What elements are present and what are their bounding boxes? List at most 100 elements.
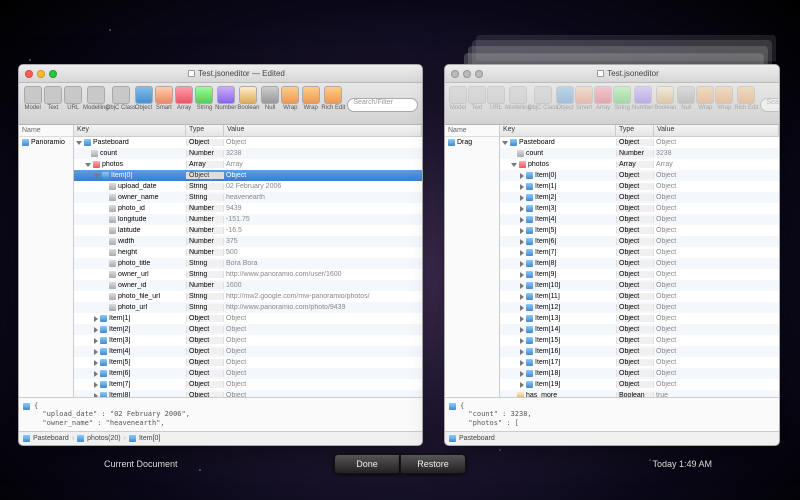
disclosure-triangle-icon[interactable]: [94, 382, 98, 388]
done-button[interactable]: Done: [334, 454, 400, 474]
type-cell[interactable]: Object: [616, 183, 654, 190]
disclosure-triangle-icon[interactable]: [520, 349, 524, 355]
type-cell[interactable]: Number: [186, 238, 224, 245]
value-cell[interactable]: -151.75: [224, 216, 422, 223]
value-cell[interactable]: Object: [224, 326, 422, 333]
disclosure-triangle-icon[interactable]: [520, 327, 524, 333]
value-cell[interactable]: Object: [224, 172, 422, 179]
col-key[interactable]: Key: [74, 125, 186, 136]
type-cell[interactable]: Object: [616, 337, 654, 344]
tree-row[interactable]: heightNumber500: [74, 247, 422, 258]
value-cell[interactable]: Object: [654, 315, 779, 322]
tree-row[interactable]: upload_dateString02 February 2006: [74, 181, 422, 192]
type-cell[interactable]: Object: [616, 381, 654, 388]
disclosure-triangle-icon[interactable]: [94, 338, 98, 344]
disclosure-triangle-icon[interactable]: [520, 206, 524, 212]
value-cell[interactable]: Object: [654, 348, 779, 355]
toolbar-smart-button[interactable]: Smart: [575, 86, 593, 111]
restore-button[interactable]: Restore: [400, 454, 466, 474]
value-cell[interactable]: Object: [654, 139, 779, 146]
toolbar-url-button[interactable]: URL: [64, 86, 83, 111]
search-input[interactable]: Search/Filter: [760, 98, 780, 112]
value-cell[interactable]: Object: [654, 260, 779, 267]
value-cell[interactable]: Object: [654, 227, 779, 234]
type-cell[interactable]: Object: [186, 326, 224, 333]
type-cell[interactable]: Array: [186, 161, 224, 168]
breadcrumb-item[interactable]: Pasteboard: [33, 435, 69, 442]
type-cell[interactable]: String: [186, 194, 224, 201]
disclosure-triangle-icon[interactable]: [520, 217, 524, 223]
tree-row[interactable]: Item[11]ObjectObject: [500, 291, 779, 302]
type-cell[interactable]: String: [186, 304, 224, 311]
type-cell[interactable]: Object: [186, 348, 224, 355]
type-cell[interactable]: Number: [186, 282, 224, 289]
toolbar-wrap-button[interactable]: Wrap: [281, 86, 300, 111]
disclosure-triangle-icon[interactable]: [520, 261, 524, 267]
toolbar-objc-class-button[interactable]: ObjC Class: [531, 86, 555, 111]
tree-row[interactable]: Item[0]ObjectObject: [500, 170, 779, 181]
type-cell[interactable]: Number: [186, 150, 224, 157]
col-type[interactable]: Type: [616, 125, 654, 136]
titlebar[interactable]: Test.jsoneditor: [445, 65, 779, 83]
toolbar-modelling-button[interactable]: Modelling: [506, 86, 530, 111]
toolbar-number-button[interactable]: Number: [215, 86, 236, 111]
type-cell[interactable]: Number: [186, 227, 224, 234]
tree-row[interactable]: Item[7]ObjectObject: [500, 247, 779, 258]
value-cell[interactable]: 3238: [224, 150, 422, 157]
toolbar-wrap-button[interactable]: Wrap: [301, 86, 320, 111]
toolbar-objc-class-button[interactable]: ObjC Class: [109, 86, 133, 111]
tree-row[interactable]: photosArrayArray: [500, 159, 779, 170]
type-cell[interactable]: Object: [616, 227, 654, 234]
toolbar-modelling-button[interactable]: Modelling: [84, 86, 108, 111]
type-cell[interactable]: Object: [616, 271, 654, 278]
tree-row[interactable]: Item[8]ObjectObject: [500, 258, 779, 269]
value-cell[interactable]: Object: [224, 370, 422, 377]
toolbar-rich-edit-button[interactable]: Rich Edit: [734, 86, 758, 111]
value-cell[interactable]: Object: [654, 370, 779, 377]
tree-row[interactable]: Item[0]ObjectObject: [74, 170, 422, 181]
type-cell[interactable]: Number: [186, 216, 224, 223]
value-cell[interactable]: 3238: [654, 150, 779, 157]
value-cell[interactable]: Object: [654, 326, 779, 333]
disclosure-triangle-icon[interactable]: [520, 316, 524, 322]
value-cell[interactable]: Object: [654, 216, 779, 223]
tree-row[interactable]: Item[14]ObjectObject: [500, 324, 779, 335]
type-cell[interactable]: String: [186, 271, 224, 278]
tree-row[interactable]: Item[15]ObjectObject: [500, 335, 779, 346]
value-cell[interactable]: Object: [224, 315, 422, 322]
type-cell[interactable]: Object: [616, 216, 654, 223]
tree-row[interactable]: Item[9]ObjectObject: [500, 269, 779, 280]
type-cell[interactable]: Number: [186, 249, 224, 256]
toolbar-object-button[interactable]: Object: [556, 86, 574, 111]
value-cell[interactable]: http://mw2.google.com/mw-panoramio/photo…: [224, 293, 422, 300]
value-cell[interactable]: Object: [654, 304, 779, 311]
type-cell[interactable]: Number: [186, 205, 224, 212]
toolbar-number-button[interactable]: Number: [632, 86, 653, 111]
disclosure-triangle-icon[interactable]: [520, 250, 524, 256]
toolbar-string-button[interactable]: String: [195, 86, 214, 111]
type-cell[interactable]: Object: [616, 194, 654, 201]
disclosure-triangle-icon[interactable]: [520, 195, 524, 201]
col-value[interactable]: Value: [224, 125, 422, 136]
type-cell[interactable]: Object: [616, 249, 654, 256]
disclosure-triangle-icon[interactable]: [94, 174, 100, 178]
type-cell[interactable]: Object: [616, 304, 654, 311]
disclosure-triangle-icon[interactable]: [520, 173, 524, 179]
toolbar-boolean-button[interactable]: Boolean: [237, 86, 259, 111]
disclosure-triangle-icon[interactable]: [94, 316, 98, 322]
tree-row[interactable]: owner_idNumber1600: [74, 280, 422, 291]
tree-row[interactable]: Item[5]ObjectObject: [500, 225, 779, 236]
breadcrumb-item[interactable]: Item[0]: [139, 435, 160, 442]
value-cell[interactable]: Object: [654, 249, 779, 256]
breadcrumb[interactable]: Pasteboard: [445, 431, 779, 445]
type-cell[interactable]: Object: [186, 370, 224, 377]
tree-row[interactable]: Item[8]ObjectObject: [74, 390, 422, 397]
value-cell[interactable]: Object: [654, 194, 779, 201]
disclosure-triangle-icon[interactable]: [94, 349, 98, 355]
tree-row[interactable]: Item[13]ObjectObject: [500, 313, 779, 324]
type-cell[interactable]: Object: [616, 205, 654, 212]
tree-row[interactable]: has_moreBooleantrue: [500, 390, 779, 397]
disclosure-triangle-icon[interactable]: [520, 382, 524, 388]
type-cell[interactable]: Object: [616, 238, 654, 245]
tree-row[interactable]: longitudeNumber-151.75: [74, 214, 422, 225]
